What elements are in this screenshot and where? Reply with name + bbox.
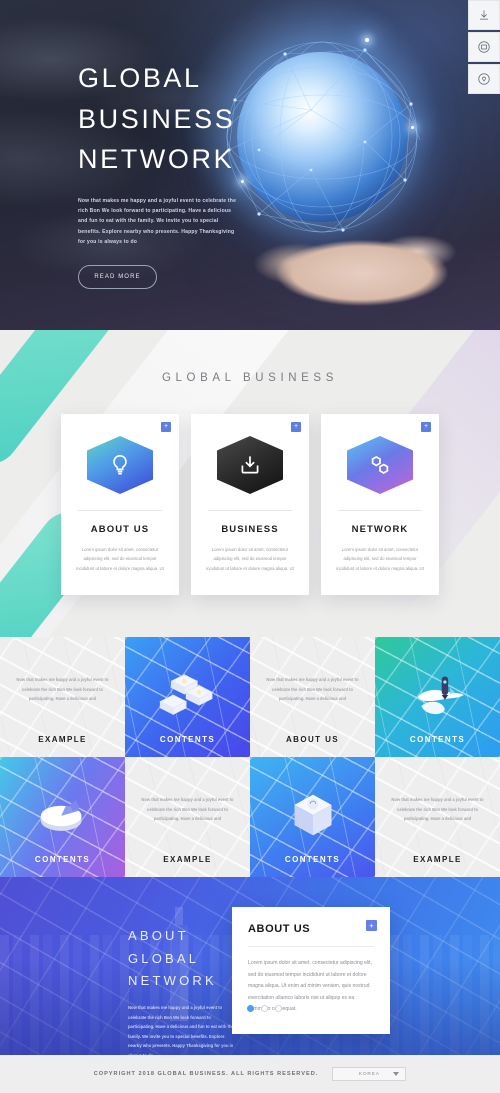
content-grid-section: Now that makes me happy and a joyful eve…	[0, 637, 500, 878]
card-plus-button[interactable]: +	[161, 422, 171, 432]
card-text: Lorem ipsum dolor sit amet, consectetur …	[336, 547, 424, 571]
grid-cell-contents[interactable]: CONTENTS	[0, 757, 125, 878]
about-us-card[interactable]: + ABOUT US Lorem ipsum dolor sit amet, c…	[232, 907, 390, 1034]
hero-title-line: GLOBAL	[78, 63, 202, 93]
grid-cell-label: CONTENTS	[34, 855, 91, 865]
download-icon	[479, 10, 489, 20]
language-select-value: KOREA	[358, 1071, 380, 1077]
card-divider	[208, 510, 292, 511]
grid-cell-example[interactable]: Now that makes me happy and a joyful eve…	[0, 637, 125, 758]
card-text: Lorem ipsum dolor sit amet, consectetur …	[76, 547, 164, 571]
carousel-pagination	[247, 1005, 282, 1013]
card-divider	[248, 946, 374, 948]
about-paragraph: Now that makes me happy and a joyful eve…	[128, 1005, 234, 1056]
location-pin-icon	[478, 73, 490, 85]
chat-icon	[478, 41, 490, 53]
global-business-section: GLOBAL BUSINESS + ABOUT US Lorem ipsum d…	[0, 330, 500, 638]
grid-cell-label: CONTENTS	[284, 855, 341, 865]
rocket-island-icon	[417, 676, 464, 715]
pie-chart-icon	[40, 800, 81, 832]
section-heading: GLOBAL BUSINESS	[162, 372, 338, 384]
chat-icon-button[interactable]	[468, 32, 500, 62]
card-plus-button[interactable]: +	[291, 422, 301, 432]
page-title: GLOBAL BUSINESS NETWORK	[78, 58, 308, 180]
download-box-icon	[241, 456, 259, 474]
grid-cell-label: CONTENTS	[409, 735, 466, 745]
cube-icon	[294, 795, 331, 836]
grid-cell-label: EXAMPLE	[413, 855, 462, 865]
hero-content: GLOBAL BUSINESS NETWORK Now that makes m…	[78, 58, 308, 289]
feature-card-about-us[interactable]: + ABOUT US Lorem ipsum dolor sit amet, c…	[61, 414, 179, 596]
about-heading: ABOUT GLOBAL NETWORK	[128, 925, 238, 992]
cube-art	[250, 783, 375, 847]
hero-section: GLOBAL BUSINESS NETWORK Now that makes m…	[0, 0, 500, 330]
page-footer: COPYRIGHT 2018 GLOBAL BUSINESS. ALL RIGH…	[0, 1055, 500, 1093]
copyright-text: COPYRIGHT 2018 GLOBAL BUSINESS. ALL RIGH…	[93, 1071, 319, 1078]
puzzle-pieces-icon	[158, 674, 213, 716]
grid-cell-label: EXAMPLE	[163, 855, 212, 865]
feature-card-business[interactable]: + BUSINESS Lorem ipsum dolor sit amet, c…	[191, 414, 309, 596]
carousel-dot-1[interactable]	[247, 1005, 254, 1013]
grid-cell-example[interactable]: Now that makes me happy and a joyful eve…	[375, 757, 500, 878]
pie-chart-art	[0, 783, 125, 847]
grid-cell-text: Now that makes me happy and a joyful eve…	[141, 797, 234, 821]
grid-cell-contents[interactable]: CONTENTS	[375, 637, 500, 758]
grid-cell-text: Now that makes me happy and a joyful eve…	[266, 677, 359, 701]
about-card-title: ABOUT US	[248, 923, 311, 936]
grid-cell-label: EXAMPLE	[38, 735, 87, 745]
side-icon-rail	[468, 0, 500, 94]
about-global-network-section: ABOUT GLOBAL NETWORK Now that makes me h…	[0, 877, 500, 1056]
hexagons-icon-badge	[347, 436, 413, 494]
download-box-icon-badge	[217, 436, 283, 494]
globe-flare	[411, 126, 414, 129]
grid-cell-label: ABOUT US	[286, 735, 339, 745]
chevron-down-icon	[393, 1072, 400, 1077]
grid-cell-contents[interactable]: CONTENTS	[250, 757, 375, 878]
feature-card-network[interactable]: + NETWORK Lorem ipsum dolor sit amet, co…	[321, 414, 439, 596]
card-plus-button[interactable]: +	[421, 422, 431, 432]
card-title: ABOUT US	[90, 524, 150, 535]
feature-card-row: + ABOUT US Lorem ipsum dolor sit amet, c…	[0, 414, 500, 596]
lightbulb-icon-badge	[87, 436, 153, 494]
landing-page: GLOBAL BUSINESS NETWORK Now that makes m…	[0, 0, 500, 1093]
card-divider	[78, 510, 162, 511]
card-divider	[338, 510, 422, 511]
grid-cell-label: CONTENTS	[159, 735, 216, 745]
hero-title-line: BUSINESS	[78, 103, 236, 134]
card-title: NETWORK	[351, 524, 409, 535]
lightbulb-icon	[113, 454, 127, 475]
download-icon-button[interactable]	[468, 0, 500, 30]
rocket-island-art	[375, 663, 500, 727]
about-heading-line: NETWORK	[128, 973, 217, 989]
hexagons-icon	[371, 455, 389, 475]
hero-title-line: NETWORK	[78, 144, 235, 174]
puzzle-pieces-art	[125, 663, 250, 727]
hero-description: Now that makes me happy and a joyful eve…	[78, 197, 237, 246]
grid-cell-text: Now that makes me happy and a joyful eve…	[391, 797, 484, 821]
about-heading-line: ABOUT	[128, 928, 189, 944]
carousel-dot-3[interactable]	[275, 1005, 282, 1013]
carousel-dot-2[interactable]	[261, 1005, 268, 1013]
grid-cell-contents[interactable]: CONTENTS	[125, 637, 250, 758]
card-title: BUSINESS	[221, 524, 279, 535]
grid-cell-about-us[interactable]: Now that makes me happy and a joyful eve…	[250, 637, 375, 758]
location-pin-icon-button[interactable]	[468, 64, 500, 94]
about-text-block: ABOUT GLOBAL NETWORK Now that makes me h…	[128, 925, 238, 1055]
about-heading-line: GLOBAL	[128, 950, 200, 966]
grid-cell-example[interactable]: Now that makes me happy and a joyful eve…	[125, 757, 250, 878]
language-select[interactable]: KOREA	[332, 1067, 407, 1082]
card-text: Lorem ipsum dolor sit amet, consectetur …	[206, 547, 294, 571]
read-more-button[interactable]: READ MORE	[78, 264, 157, 289]
grid-cell-text: Now that makes me happy and a joyful eve…	[16, 677, 109, 701]
card-plus-button[interactable]: +	[366, 920, 377, 932]
globe-flare	[365, 38, 369, 42]
